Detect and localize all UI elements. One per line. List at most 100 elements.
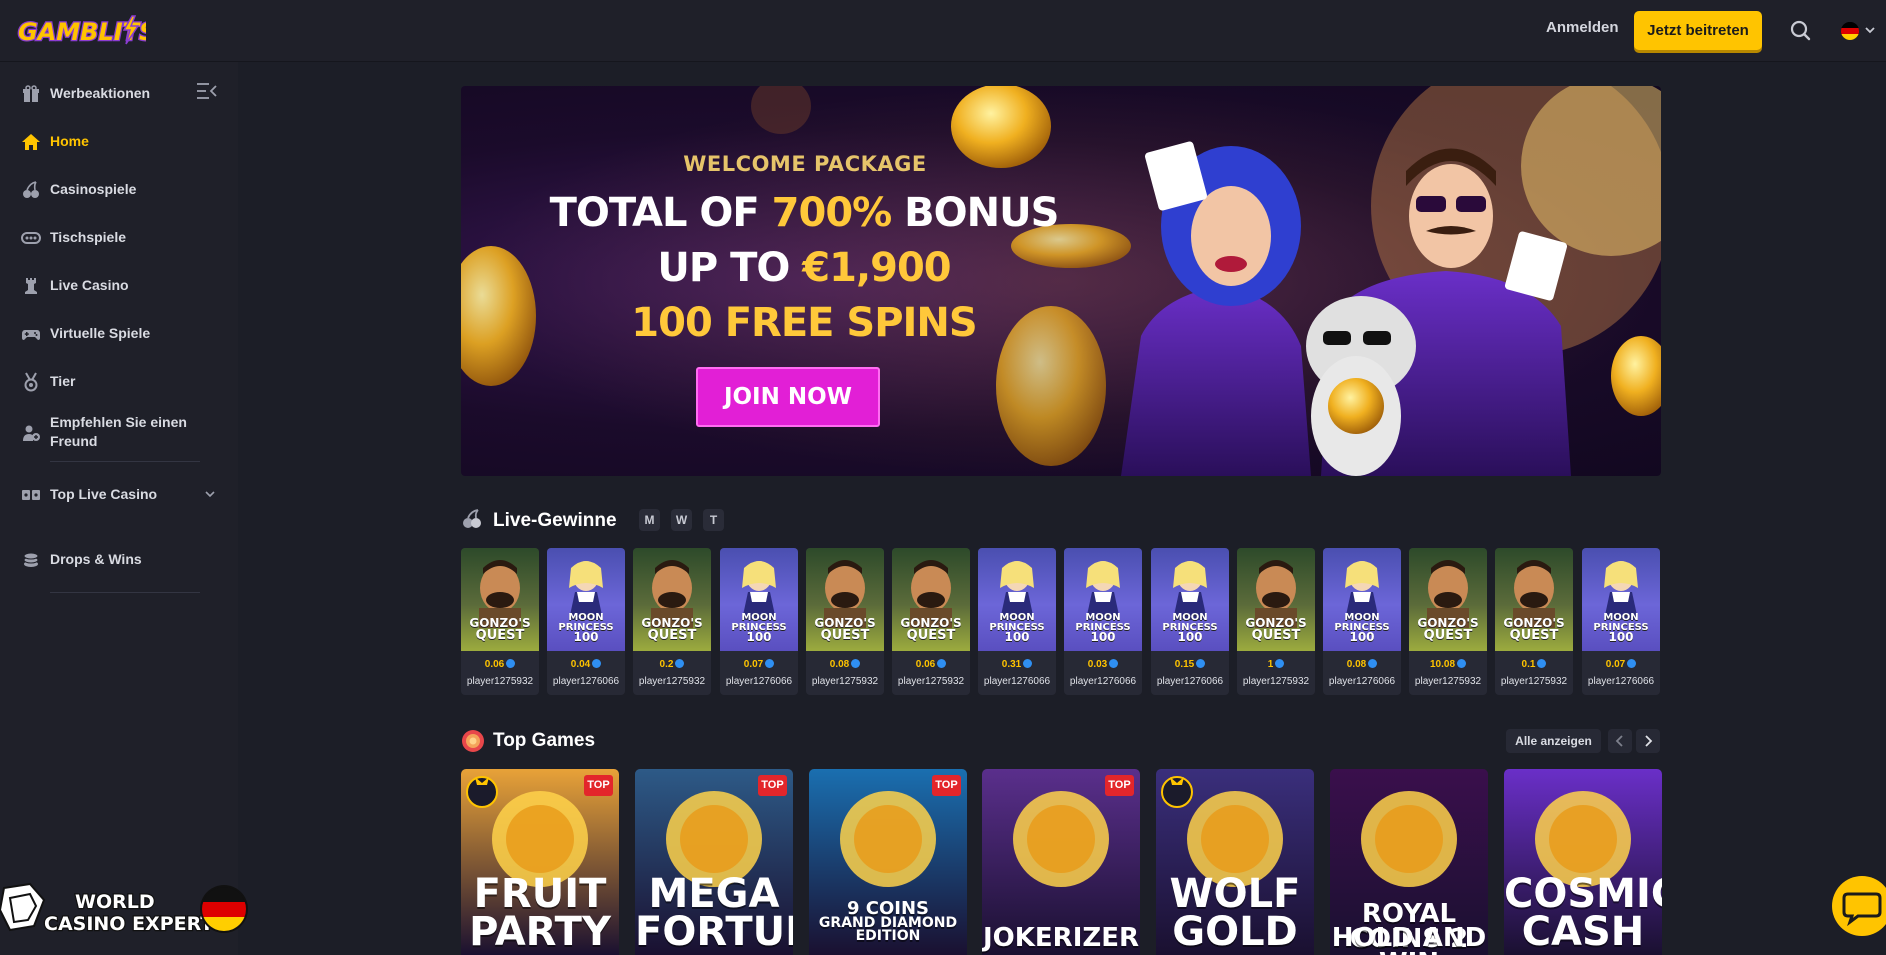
game-tile[interactable]: MEGAFORTUNE TOP [635, 769, 793, 955]
game-title-text: QUEST [475, 628, 525, 643]
player-name: player1276066 [552, 676, 620, 687]
live-chat-button[interactable] [1832, 876, 1886, 936]
live-win-card[interactable]: GONZO'S QUEST 0.2 player1275932 [633, 548, 711, 695]
player-name: player1275932 [811, 676, 879, 687]
live-win-card[interactable]: MOON PRINCESS 100 0.08 player1276066 [1323, 548, 1401, 695]
game-title-text: QUEST [1509, 628, 1559, 643]
game-title-text: HOLD AND WIN [1331, 923, 1487, 955]
next-arrow-button[interactable] [1636, 729, 1660, 753]
language-selector[interactable] [1836, 17, 1880, 45]
sidebar-item-virtuelle-spiele[interactable]: Virtuelle Spiele [0, 315, 238, 351]
live-win-card[interactable]: GONZO'S QUEST 0.06 player1275932 [892, 548, 970, 695]
game-tile[interactable]: 9 COINS GRAND DIAMOND EDITION TOP [809, 769, 967, 955]
game-title-text: 100 [1608, 630, 1634, 644]
game-tile[interactable]: ROYAL COINS 2HOLD AND WIN [1330, 769, 1488, 955]
prev-arrow-button[interactable] [1608, 729, 1632, 753]
chevron-right-icon [1645, 735, 1653, 747]
filter-week-button[interactable]: W [671, 509, 692, 531]
filter-today-button[interactable]: T [703, 509, 724, 531]
live-win-card[interactable]: MOON PRINCESS 100 0.31 player1276066 [978, 548, 1056, 695]
gonzos-quest-thumbnail: GONZO'S QUEST [633, 548, 711, 651]
top-games-title: Top Games [493, 730, 596, 751]
game-title-text: GOLD [1172, 909, 1298, 955]
drops-wins-badge-icon [1161, 776, 1193, 808]
banner-welcome-package: WELCOME PACKAGE [683, 152, 927, 176]
sidebar-item-werbeaktionen[interactable]: Werbeaktionen [0, 75, 238, 111]
live-win-card[interactable]: MOON PRINCESS 100 0.03 player1276066 [1064, 548, 1142, 695]
chevron-down-icon[interactable] [205, 489, 215, 499]
cherry-icon [463, 509, 481, 528]
live-win-card[interactable]: MOON PRINCESS 100 0.07 player1276066 [1582, 548, 1660, 695]
win-amount: 0.08 [806, 659, 884, 670]
chat-bubble-icon [1842, 892, 1882, 927]
banner-line-1: TOTAL OF 700% BONUS [549, 190, 1060, 236]
sidebar-item-label: Top Live Casino [50, 486, 158, 502]
sidebar-divider [50, 592, 200, 593]
live-win-card[interactable]: MOON PRINCESS 100 0.04 player1276066 [547, 548, 625, 695]
join-button[interactable]: Jetzt beitreten [1634, 11, 1762, 50]
live-win-card[interactable]: MOON PRINCESS 100 0.15 player1276066 [1151, 548, 1229, 695]
win-amount: 0.07 [1582, 659, 1660, 670]
sidebar-item-drops-wins[interactable]: Drops & Wins [0, 541, 238, 577]
sidebar-item-live-casino[interactable]: Live Casino [0, 267, 238, 303]
coins-icon [23, 552, 39, 567]
player-name: player1276066 [1587, 676, 1655, 687]
game-title-text: QUEST [820, 628, 870, 643]
gonzos-quest-thumbnail: GONZO'S QUEST [1409, 548, 1487, 651]
chevron-left-icon [1615, 735, 1623, 747]
player-name: player1275932 [638, 676, 706, 687]
moon-princess-thumbnail: MOON PRINCESS 100 [720, 548, 798, 651]
game-title-text: QUEST [906, 628, 956, 643]
sidebar-item-home[interactable]: Home [0, 123, 238, 159]
filter-month-button[interactable]: M [639, 509, 660, 531]
table-games-icon [21, 232, 41, 244]
live-win-card[interactable]: GONZO'S QUEST 0.08 player1275932 [806, 548, 884, 695]
win-amount: 0.04 [547, 659, 625, 670]
sidebar-item-top-live-casino[interactable]: Top Live Casino [0, 476, 238, 512]
search-icon[interactable] [1783, 14, 1819, 48]
home-icon [22, 134, 40, 150]
gift-icon [23, 85, 39, 102]
game-tile[interactable]: JOKERIZER TOP [982, 769, 1140, 955]
player-name: player1276066 [1069, 676, 1137, 687]
sidebar-item-label: Empfehlen Sie einen Freund [50, 414, 187, 449]
sidebar-item-tier[interactable]: Tier [0, 363, 238, 399]
gamblits-logo[interactable]: GAMBLITS [14, 10, 158, 50]
sidebar-item-empfehlen[interactable]: Empfehlen Sie einen Freund [0, 411, 238, 453]
sidebar-item-label: Live Casino [50, 277, 129, 293]
sidebar-item-casinospiele[interactable]: Casinospiele [0, 171, 238, 207]
game-tile[interactable]: COSMICCASH [1504, 769, 1662, 955]
player-name: player1275932 [1414, 676, 1482, 687]
gonzos-quest-thumbnail: GONZO'S QUEST [892, 548, 970, 651]
sidebar-item-label: Werbeaktionen [50, 85, 151, 101]
game-title-text: 100 [573, 630, 599, 644]
live-win-card[interactable]: MOON PRINCESS 100 0.07 player1276066 [720, 548, 798, 695]
coin-icon [1627, 659, 1637, 668]
live-win-card[interactable]: GONZO'S QUEST 0.1 player1275932 [1495, 548, 1573, 695]
chevron-down-icon [1865, 27, 1875, 34]
coin-icon [1275, 659, 1285, 668]
login-link[interactable]: Anmelden [1546, 19, 1619, 36]
sidebar-item-tischspiele[interactable]: Tischspiele [0, 219, 238, 255]
coin-icon [1368, 659, 1378, 668]
join-now-button[interactable]: JOIN NOW [696, 367, 880, 427]
gamepad-icon [22, 330, 40, 340]
game-tile[interactable]: FRUIT PARTY TOP [461, 769, 619, 955]
moon-princess-thumbnail: MOON PRINCESS 100 [547, 548, 625, 651]
gonzos-quest-thumbnail: GONZO'S QUEST [1495, 548, 1573, 651]
coin-icon [1023, 659, 1033, 668]
top-bar: GAMBLITS Anmelden Jetzt beitreten [0, 0, 1886, 62]
live-win-card[interactable]: GONZO'S QUEST 10.08 player1275932 [1409, 548, 1487, 695]
welcome-banner[interactable]: WELCOME PACKAGE TOTAL OF 700% BONUS UP T… [461, 86, 1661, 476]
player-name: player1276066 [725, 676, 793, 687]
sidebar-item-label: Casinospiele [50, 181, 137, 197]
view-all-button[interactable]: Alle anzeigen [1506, 729, 1601, 753]
coin-icon [592, 659, 602, 668]
live-win-card[interactable]: GONZO'S QUEST 0.06 player1275932 [461, 548, 539, 695]
game-title-text: FRUIT [473, 871, 607, 917]
win-amount: 0.07 [720, 659, 798, 670]
coin-icon [675, 659, 685, 668]
medal-icon [24, 372, 38, 392]
game-tile[interactable]: WOLF GOLD [1156, 769, 1314, 955]
live-win-card[interactable]: GONZO'S QUEST 1 player1275932 [1237, 548, 1315, 695]
